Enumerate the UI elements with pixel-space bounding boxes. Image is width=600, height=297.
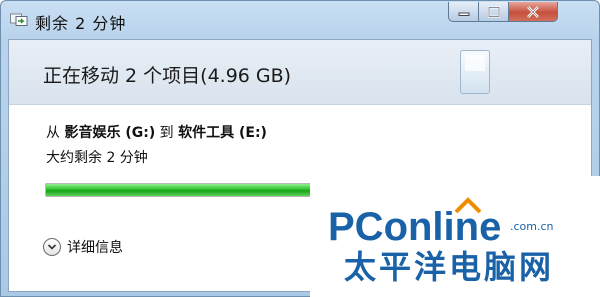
- details-toggle[interactable]: 详细信息: [43, 235, 123, 259]
- to-label: 到: [159, 125, 174, 141]
- progress-fill: [46, 184, 316, 196]
- from-label: 从: [46, 125, 60, 141]
- watermark-domain: .com.cn: [510, 220, 554, 233]
- move-items-icon: [10, 13, 28, 26]
- operation-title: 正在移动 2 个项目(4.96 GB): [43, 65, 292, 87]
- pconline-watermark: PConline .com.cn 太平洋电脑网: [310, 176, 600, 297]
- minimize-icon: [458, 12, 469, 16]
- minimize-button[interactable]: [448, 2, 479, 22]
- destination-device-icon: [460, 50, 490, 94]
- chevron-down-icon: [43, 238, 61, 256]
- dialog-header: 正在移动 2 个项目(4.96 GB): [9, 40, 591, 105]
- window-title: 剩余 2 分钟: [35, 14, 127, 33]
- destination-link[interactable]: 软件工具 (E:): [178, 125, 267, 141]
- maximize-button[interactable]: [479, 2, 509, 22]
- maximize-icon: [487, 6, 500, 17]
- watermark-chinese-name: 太平洋电脑网: [344, 248, 555, 286]
- close-icon: [527, 5, 539, 18]
- title-bar[interactable]: 剩余 2 分钟: [1, 1, 599, 39]
- details-label: 详细信息: [67, 240, 123, 256]
- time-remaining: 大约剩余 2 分钟: [46, 150, 148, 166]
- close-button[interactable]: [509, 2, 558, 22]
- transfer-route: 从 影音娱乐 (G:) 到 软件工具 (E:): [46, 122, 267, 142]
- source-link[interactable]: 影音娱乐 (G:): [64, 125, 155, 141]
